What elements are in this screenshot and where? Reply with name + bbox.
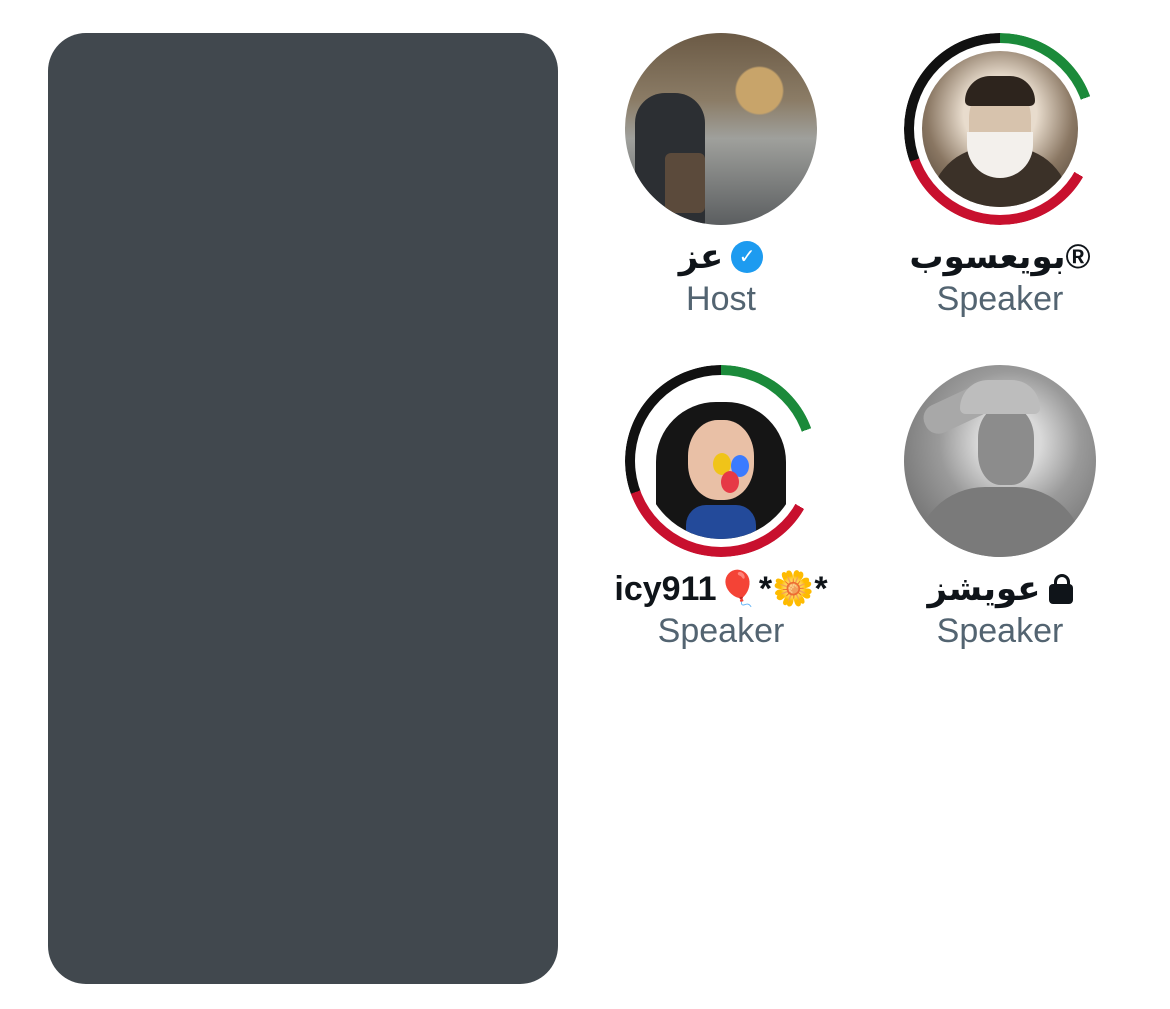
avatar-cap: [960, 380, 1040, 415]
avatar[interactable]: [904, 33, 1096, 225]
avatar-dress: [686, 505, 756, 539]
avatar-face: [978, 407, 1034, 486]
participant-role: Speaker: [657, 612, 785, 650]
avatar[interactable]: [904, 365, 1096, 557]
participant-speaker-3[interactable]: عويشز Speaker: [865, 365, 1135, 651]
avatar[interactable]: [625, 365, 817, 557]
participant-name: بويعسوب®: [865, 237, 1135, 277]
balloon-icon: [721, 471, 739, 493]
participant-name-text: icy911🎈*🌼*: [614, 570, 828, 608]
avatar-image: [922, 51, 1078, 207]
avatar[interactable]: [625, 33, 817, 225]
participant-name-text: عويشز: [927, 570, 1041, 608]
participant-speaker-1[interactable]: بويعسوب® Speaker: [865, 33, 1135, 319]
avatar-image: [643, 383, 799, 539]
participant-speaker-2[interactable]: icy911🎈*🌼* Speaker: [586, 365, 856, 651]
participant-role: Speaker: [936, 280, 1064, 318]
avatar-uniform: [915, 487, 1085, 557]
participant-host[interactable]: عز ✓ Host: [586, 33, 856, 319]
media-panel: [48, 33, 558, 984]
verified-badge-icon: ✓: [731, 241, 764, 273]
avatar-hair: [965, 75, 1035, 106]
participant-role: Speaker: [936, 612, 1064, 650]
participant-name: عويشز: [865, 569, 1135, 609]
participant-name: عز ✓: [586, 237, 856, 277]
avatar-cup: [665, 153, 705, 213]
participant-name: icy911🎈*🌼*: [586, 569, 856, 609]
participant-name-text: بويعسوب®: [909, 238, 1091, 276]
participant-role: Host: [686, 280, 756, 318]
participant-name-text: عز: [678, 238, 724, 276]
lock-icon: [1048, 574, 1073, 604]
